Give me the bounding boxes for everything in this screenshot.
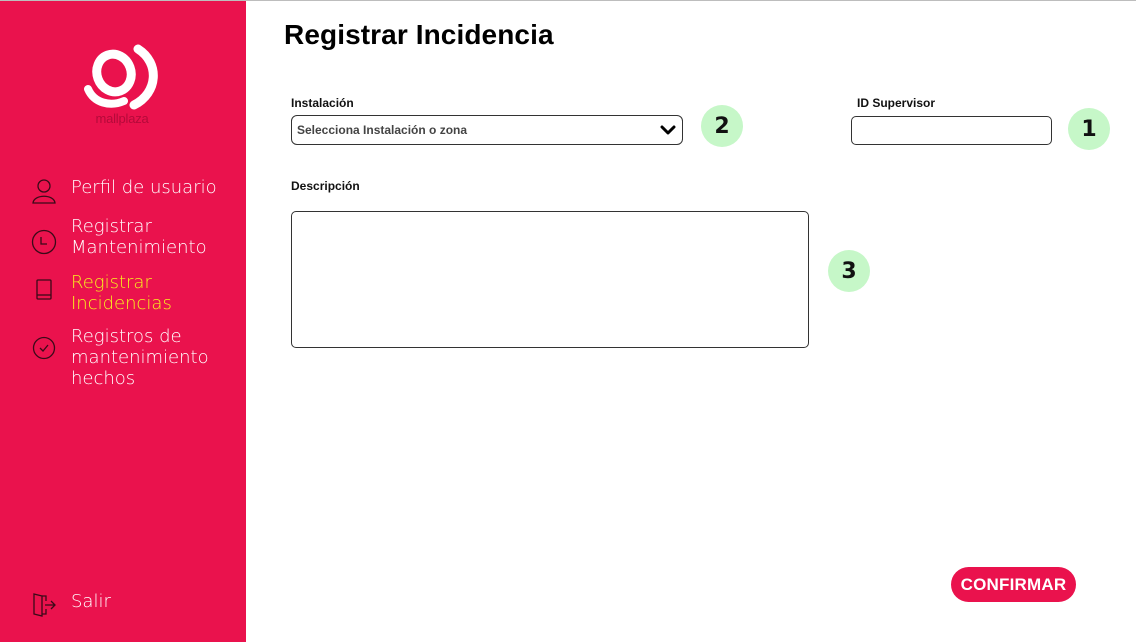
descripcion-textarea[interactable]: [291, 211, 809, 348]
step-badge-2: 2: [701, 105, 743, 147]
confirm-button[interactable]: CONFIRMAR: [951, 567, 1076, 602]
id-supervisor-label: ID Supervisor: [857, 96, 936, 110]
page-title: Registrar Incidencia: [284, 19, 554, 50]
sidebar-item-incidencias[interactable]: Registrar Incidencias: [30, 272, 231, 314]
logo-wordmark: mallplaza: [95, 111, 149, 126]
logout-label: Salir: [71, 591, 111, 612]
check-circle-icon: [30, 334, 58, 362]
instalacion-select[interactable]: Selecciona Instalación o zona: [291, 115, 683, 145]
user-icon: [30, 177, 58, 205]
sidebar-item-label: Registrar Mantenimiento: [71, 216, 207, 258]
sidebar-item-label: Perfil de usuario: [71, 177, 217, 198]
book-icon: [30, 276, 58, 304]
step-badge-3: 3: [828, 250, 870, 292]
sidebar-item-registros[interactable]: Registros de mantenimiento hechos: [30, 326, 231, 389]
chevron-down-icon: [660, 123, 676, 137]
step-badge-1: 1: [1068, 108, 1110, 150]
sidebar-item-label: Registros de mantenimiento hechos: [71, 326, 209, 389]
mallplaza-logo: mallplaza: [80, 43, 164, 129]
descripcion-label: Descripción: [291, 179, 360, 193]
logout-icon: [30, 591, 58, 619]
sidebar-item-perfil[interactable]: Perfil de usuario: [30, 177, 231, 205]
sidebar-item-label: Registrar Incidencias: [71, 272, 172, 314]
logout-button[interactable]: Salir: [30, 591, 231, 619]
instalacion-label: Instalación: [291, 96, 354, 110]
sidebar-item-mantenimiento[interactable]: Registrar Mantenimiento: [30, 216, 231, 258]
sidebar: mallplaza Perfil de usuario Registrar Ma…: [0, 1, 246, 642]
id-supervisor-input[interactable]: [851, 116, 1052, 145]
clock-icon: [30, 228, 58, 256]
instalacion-selected-value: Selecciona Instalación o zona: [297, 123, 468, 137]
